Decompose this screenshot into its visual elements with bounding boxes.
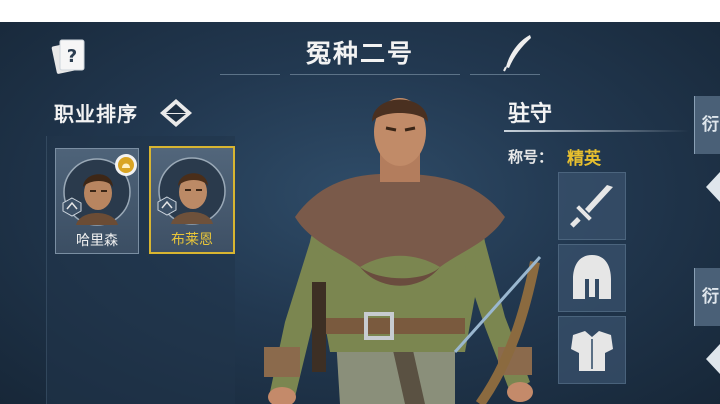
page-title: 冤种二号 (305, 39, 414, 68)
roster-panel: 哈里森 布莱恩 (46, 136, 235, 404)
hero-model (264, 98, 542, 404)
rank-value: 精英 (567, 149, 601, 169)
class-shield-icon (157, 196, 177, 216)
weapon-slot[interactable] (558, 172, 626, 240)
right-side-panel: 衍 衍 (694, 94, 720, 404)
side-tab[interactable]: 衍 (694, 268, 720, 326)
svg-text:?: ? (67, 46, 77, 67)
hero-name: 哈里森 (76, 233, 118, 249)
side-tab-label: 衍 (702, 115, 719, 135)
spartan-helmet-icon (573, 255, 611, 299)
armor-slot[interactable] (558, 316, 626, 384)
class-shield-icon (62, 197, 82, 217)
header-divider (290, 74, 460, 75)
helmet-slot[interactable] (558, 244, 626, 312)
arrow-left-icon[interactable] (706, 172, 720, 202)
game-screen: ? 冤种二号 职业排序 哈里森 布莱恩 驻守 称号： 精英 衍 衍 (0, 22, 720, 404)
chest-armor-icon (571, 331, 613, 371)
header-divider (220, 74, 280, 75)
side-tab-label: 衍 (702, 287, 719, 307)
sword-icon (570, 185, 613, 228)
help-book-icon[interactable]: ? (50, 34, 90, 76)
rank-label: 称号： (508, 148, 554, 166)
quill-edit-icon[interactable] (500, 32, 536, 72)
sort-header: 职业排序 (46, 94, 226, 128)
lion-badge-icon (115, 154, 137, 176)
hero-card-selected[interactable]: 布莱恩 (149, 146, 235, 254)
sort-toggle-icon[interactable] (158, 98, 194, 128)
hero-name: 布莱恩 (171, 232, 213, 248)
class-name: 驻守 (508, 102, 553, 127)
header-divider (470, 74, 540, 75)
arrow-left-icon[interactable] (706, 344, 720, 374)
hero-card[interactable]: 哈里森 (55, 148, 139, 254)
class-divider (504, 130, 689, 132)
sort-label: 职业排序 (54, 102, 138, 126)
side-tab[interactable]: 衍 (694, 96, 720, 154)
